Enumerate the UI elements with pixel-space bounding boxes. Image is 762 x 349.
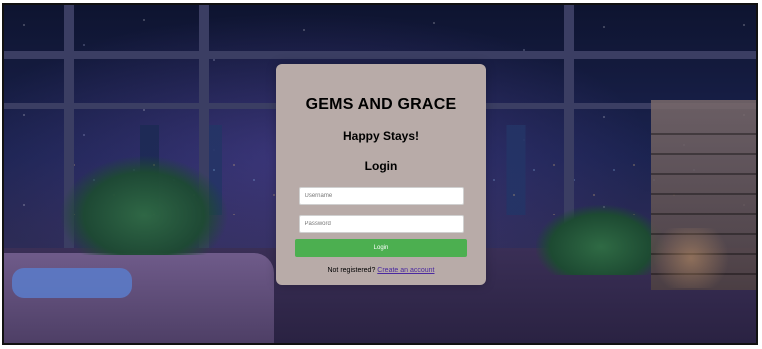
lamp-glow [646, 228, 736, 288]
window-frame [4, 51, 756, 59]
create-account-link[interactable]: Create an account [377, 267, 434, 274]
register-prompt: Not registered? [327, 267, 376, 274]
plant [59, 155, 229, 255]
cushion [12, 268, 132, 298]
brand-title: GEMS AND GRACE [305, 96, 457, 113]
register-row: Not registered? Create an account [276, 267, 486, 274]
login-button[interactable]: Login [295, 239, 467, 257]
login-card: GEMS AND GRACE Happy Stays! Login Login … [276, 64, 486, 285]
sofa [4, 253, 274, 343]
username-input[interactable] [298, 187, 464, 205]
brand-tagline: Happy Stays! [342, 129, 420, 143]
login-heading: Login [364, 159, 398, 173]
password-input[interactable] [298, 215, 464, 233]
